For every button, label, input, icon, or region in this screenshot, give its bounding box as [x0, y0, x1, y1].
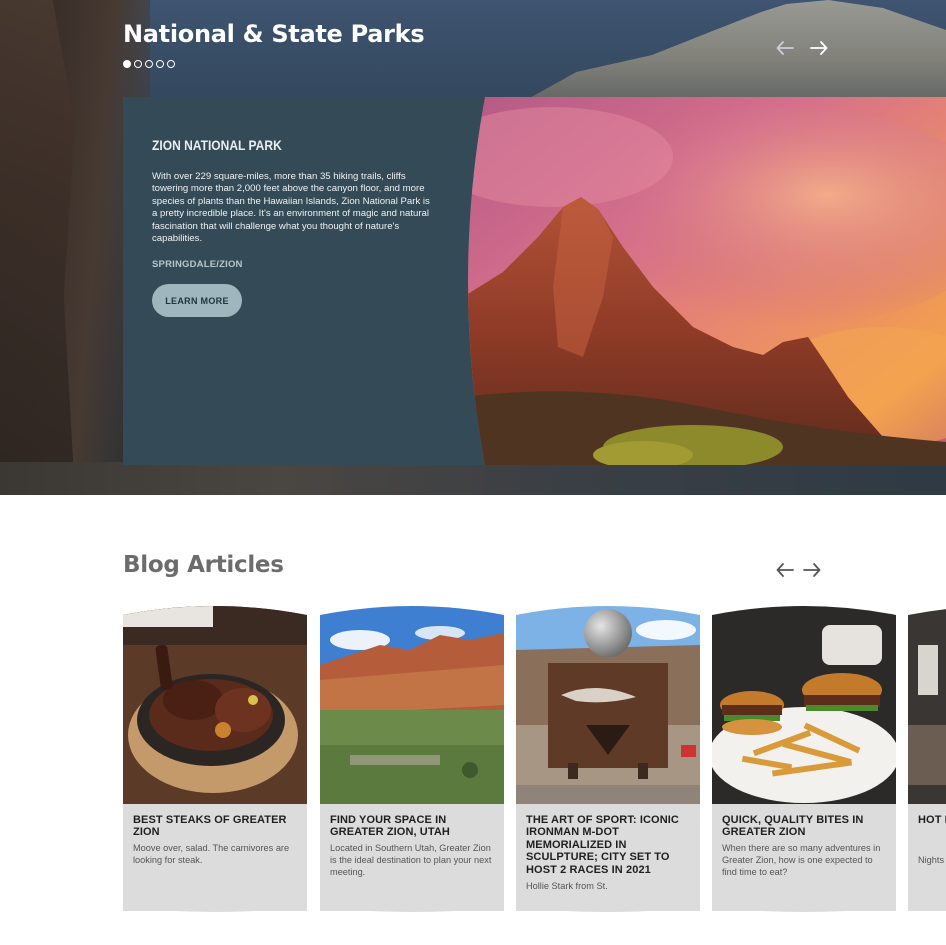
- blog-card-description: Located in Southern Utah, Greater Zion i…: [330, 843, 492, 878]
- parks-next-button[interactable]: [808, 37, 830, 59]
- blog-next-button[interactable]: [801, 559, 823, 581]
- blog-card-bottom-curve: [712, 901, 896, 912]
- blog-card-body: BEST STEAKS OF GREATER ZION Moove over, …: [123, 804, 307, 911]
- blog-card-description: Hollie Stark from St.: [526, 881, 608, 891]
- burgers-article-image: [712, 606, 896, 804]
- arrow-left-icon: [776, 563, 794, 577]
- blog-card-bottom-curve: [123, 901, 307, 912]
- blog-card-description: Nights Zion le of stea: [918, 855, 946, 865]
- arrow-right-icon: [810, 41, 828, 55]
- carousel-dot-3[interactable]: [145, 60, 153, 68]
- partial-article-image: [908, 606, 946, 804]
- carousel-dot-4[interactable]: [156, 60, 164, 68]
- blog-prev-button[interactable]: [774, 559, 796, 581]
- ironman-sculpture-image: [516, 606, 700, 804]
- parks-prev-button[interactable]: [774, 37, 796, 59]
- parks-section-title: National & State Parks: [123, 20, 425, 48]
- blog-card-title: BEST STEAKS OF GREATER ZION: [133, 814, 287, 839]
- park-card: ZION NATIONAL PARK With over 229 square-…: [123, 97, 946, 465]
- blog-card-title: THE ART OF SPORT: ICONIC IRONMAN M-DOT M…: [526, 814, 679, 876]
- carousel-dots: [123, 60, 175, 68]
- steak-article-image: [123, 606, 307, 804]
- blog-card[interactable]: QUICK, QUALITY BITES IN GREATER ZION Whe…: [712, 605, 896, 912]
- parks-hero: National & State Parks ZION NATIONAL PAR…: [0, 0, 946, 495]
- blog-card[interactable]: BEST STEAKS OF GREATER ZION Moove over, …: [123, 605, 307, 912]
- arrow-left-icon: [776, 41, 794, 55]
- learn-more-button[interactable]: LEARN MORE: [152, 284, 242, 318]
- carousel-dot-5[interactable]: [167, 60, 175, 68]
- blog-carousel-nav: [774, 559, 823, 581]
- blog-card[interactable]: FIND YOUR SPACE IN GREATER ZION, UTAH Lo…: [320, 605, 504, 912]
- greater-zion-article-image: [320, 606, 504, 804]
- blog-card[interactable]: HOT FAVO ZION Nights Zion le of stea: [908, 605, 946, 911]
- blog-card-body: QUICK, QUALITY BITES IN GREATER ZION Whe…: [712, 804, 896, 911]
- hero-background-ground: [0, 462, 946, 495]
- blog-card-description: Moove over, salad. The carnivores are lo…: [133, 843, 290, 866]
- hero-background-mountain: [526, 0, 946, 100]
- blog-card[interactable]: THE ART OF SPORT: ICONIC IRONMAN M-DOT M…: [516, 605, 700, 912]
- parks-carousel-nav: [774, 37, 830, 59]
- blog-card-title: HOT FAVO ZION: [918, 814, 946, 826]
- park-name: ZION NATIONAL PARK: [152, 137, 282, 153]
- carousel-dot-2[interactable]: [134, 60, 142, 68]
- arrow-right-icon: [803, 563, 821, 577]
- blog-card-title: FIND YOUR SPACE IN GREATER ZION, UTAH: [330, 814, 450, 839]
- hero-background-cliff-shadow: [0, 0, 75, 495]
- park-description: With over 229 square-miles, more than 35…: [152, 171, 430, 245]
- blog-card-description: When there are so many adventures in Gre…: [722, 843, 881, 878]
- zion-park-image: [468, 97, 946, 465]
- blog-section-title: Blog Articles: [123, 552, 284, 578]
- blog-card-body: HOT FAVO ZION Nights Zion le of stea: [908, 804, 946, 911]
- park-location: SPRINGDALE/ZION: [152, 259, 243, 271]
- blog-card-bottom-curve: [516, 901, 700, 912]
- blog-card-body: FIND YOUR SPACE IN GREATER ZION, UTAH Lo…: [320, 804, 504, 911]
- blog-card-bottom-curve: [320, 901, 504, 912]
- blog-card-title: QUICK, QUALITY BITES IN GREATER ZION: [722, 814, 864, 839]
- blog-card-body: THE ART OF SPORT: ICONIC IRONMAN M-DOT M…: [516, 804, 700, 911]
- carousel-dot-1[interactable]: [123, 60, 131, 68]
- park-card-text: ZION NATIONAL PARK With over 229 square-…: [152, 137, 434, 318]
